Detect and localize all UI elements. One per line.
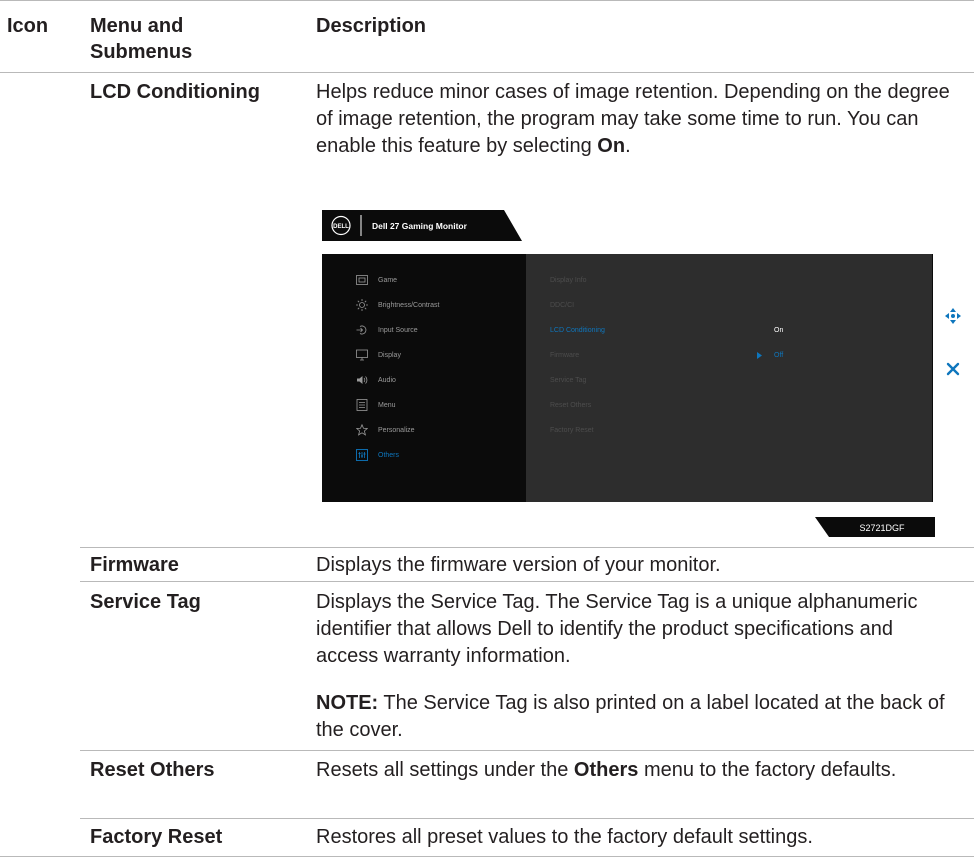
row-name-firmware: Firmware — [90, 554, 179, 576]
row-rule-3 — [80, 750, 974, 751]
row-note-service-tag: NOTE: The Service Tag is also printed on… — [316, 692, 945, 741]
model-tag: S2721DGF — [815, 517, 935, 537]
brightness-icon — [356, 299, 368, 311]
osd-submenu-reset-others[interactable]: Reset Others — [550, 401, 591, 410]
dell-logo-text: DELL — [333, 224, 349, 230]
row-desc-lcd-conditioning: Helps reduce minor cases of image retent… — [316, 81, 950, 157]
osd-menu-others[interactable]: Others — [378, 451, 399, 460]
osd-submenu-service-tag[interactable]: Service Tag — [550, 376, 586, 385]
row-name-lcd-conditioning: LCD Conditioning — [90, 81, 260, 103]
row-desc-reset-others: Resets all settings under the Others men… — [316, 759, 897, 781]
header-icon: Icon — [7, 15, 49, 37]
others-icon — [356, 449, 368, 461]
game-icon — [356, 275, 368, 285]
joystick-navigate-icon[interactable] — [944, 307, 962, 325]
osd-menu-display[interactable]: Display — [378, 351, 401, 360]
row-desc-firmware: Displays the firmware version of your mo… — [316, 554, 721, 576]
osd-submenu-display-info[interactable]: Display Info — [550, 276, 587, 285]
input-source-icon — [356, 325, 367, 335]
osd-menu-audio[interactable]: Audio — [378, 376, 396, 385]
row-rule-1 — [80, 547, 974, 548]
osd-menu-game[interactable]: Game — [378, 276, 397, 285]
osd-option-on[interactable]: On — [774, 326, 783, 335]
osd-menu-menu[interactable]: Menu — [378, 401, 396, 410]
osd-submenu-panel — [526, 254, 932, 502]
osd-submenu-factory-reset[interactable]: Factory Reset — [550, 426, 594, 435]
osd-option-off[interactable]: Off — [774, 351, 783, 360]
selection-arrow-icon — [757, 352, 762, 359]
osd-submenu-firmware[interactable]: Firmware — [550, 351, 579, 360]
osd-menu-personalize[interactable]: Personalize — [378, 426, 415, 435]
header-menu-line2: Submenus — [90, 41, 193, 63]
monitor-title-tab: DELL Dell 27 Gaming Monitor — [322, 210, 522, 241]
row-desc-service-tag: Displays the Service Tag. The Service Ta… — [316, 591, 918, 667]
osd-window: Game Brightness/Contrast Input Source Di… — [322, 254, 933, 502]
model-name: S2721DGF — [859, 523, 905, 533]
menu-icon — [356, 399, 368, 411]
row-desc-factory-reset: Restores all preset values to the factor… — [316, 826, 813, 848]
row-rule-4 — [80, 818, 974, 819]
osd-submenu-lcd-conditioning[interactable]: LCD Conditioning — [550, 326, 605, 335]
osd-submenu-ddc-ci[interactable]: DDC/CI — [550, 301, 574, 310]
header-description: Description — [316, 15, 427, 37]
osd-menu-brightness-contrast[interactable]: Brightness/Contrast — [378, 301, 439, 310]
row-name-service-tag: Service Tag — [90, 591, 201, 613]
bottom-rule — [0, 856, 974, 857]
header-rule — [0, 72, 974, 73]
header-menu-line1: Menu and — [90, 15, 184, 37]
row-name-reset-others: Reset Others — [90, 759, 215, 781]
close-icon[interactable] — [946, 362, 960, 376]
row-name-factory-reset: Factory Reset — [90, 826, 223, 848]
display-icon — [356, 349, 368, 361]
audio-icon — [357, 376, 368, 384]
star-icon — [356, 424, 368, 436]
top-rule — [0, 0, 974, 1]
row-rule-2 — [80, 581, 974, 582]
osd-menu-input-source[interactable]: Input Source — [378, 326, 418, 335]
monitor-title: Dell 27 Gaming Monitor — [372, 221, 468, 231]
